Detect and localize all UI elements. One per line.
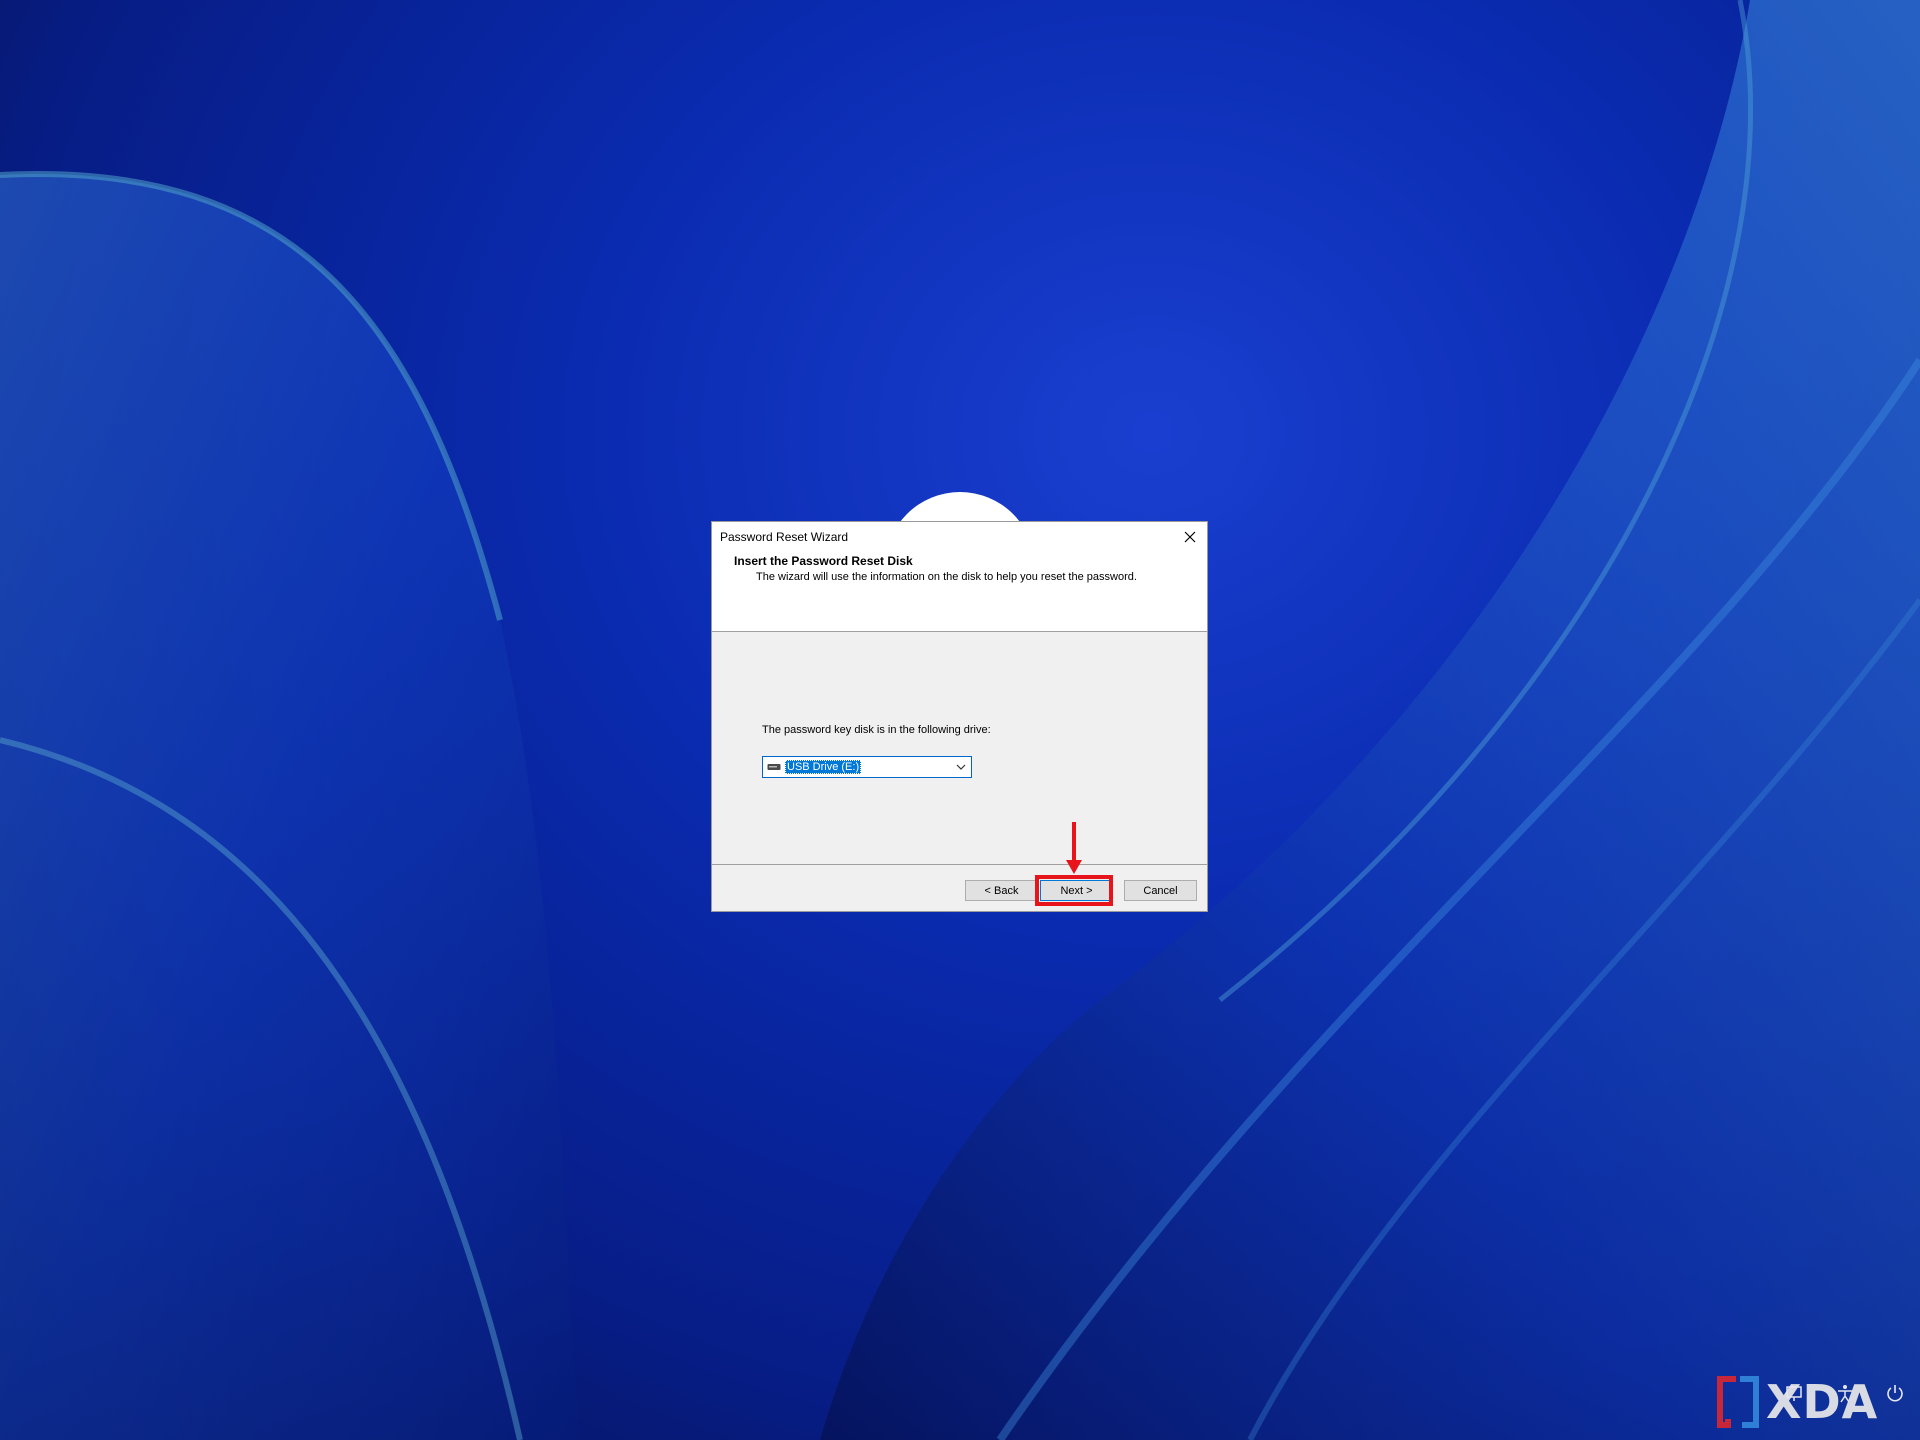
chevron-down-icon[interactable]: [955, 761, 967, 773]
cancel-button[interactable]: Cancel: [1124, 880, 1197, 901]
close-button[interactable]: [1173, 522, 1207, 551]
power-icon[interactable]: [1885, 1383, 1905, 1403]
back-button[interactable]: < Back: [965, 880, 1038, 901]
close-icon: [1184, 531, 1196, 542]
selected-drive: USB Drive (E:): [785, 760, 862, 774]
network-icon[interactable]: [1785, 1383, 1805, 1403]
wizard-heading: Insert the Password Reset Disk: [734, 554, 913, 568]
wizard-footer: < Back Next > Cancel: [712, 864, 1207, 911]
usb-drive-icon: [767, 762, 781, 772]
wizard-subheading: The wizard will use the information on t…: [756, 571, 1137, 583]
dialog-title: Password Reset Wizard: [720, 530, 849, 544]
wizard-content: The password key disk is in the followin…: [712, 632, 1207, 886]
xda-logo-icon: [1717, 1376, 1759, 1428]
accessibility-icon[interactable]: [1835, 1383, 1855, 1403]
system-icons: [1765, 1383, 1905, 1413]
wizard-header: Insert the Password Reset Disk The wizar…: [712, 551, 1207, 632]
dialog-titlebar: Password Reset Wizard: [712, 522, 1207, 551]
next-button[interactable]: Next >: [1040, 880, 1113, 901]
arrow-down-icon: [1066, 822, 1082, 874]
drive-dropdown[interactable]: USB Drive (E:): [762, 756, 972, 778]
password-reset-wizard-dialog: Password Reset Wizard Insert the Passwor…: [711, 521, 1208, 912]
drive-label: The password key disk is in the followin…: [762, 724, 991, 736]
